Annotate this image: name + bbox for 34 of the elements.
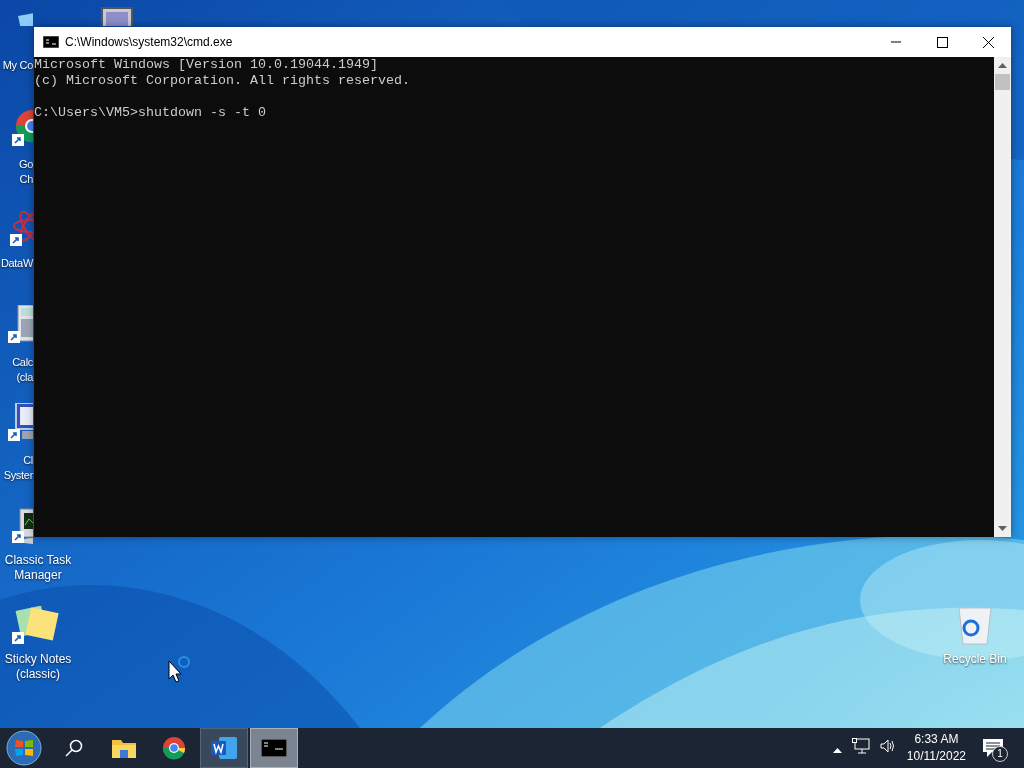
word-icon[interactable]: [211, 736, 237, 760]
chrome-icon[interactable]: [162, 736, 186, 760]
clock-time: 6:33 AM: [913, 731, 960, 748]
icon-label: Go Ch: [18, 157, 33, 187]
busy-pointer-icon: [168, 655, 192, 683]
folder-icon[interactable]: [112, 738, 136, 758]
icon-label: Calc (cla: [12, 355, 33, 385]
icon-label: Cl Syster: [3, 453, 33, 483]
notification-count: 1: [992, 746, 1008, 762]
scroll-thumb[interactable]: [995, 74, 1010, 90]
icon-label: Sticky Notes (classic): [3, 652, 73, 682]
icon-label: My Co: [2, 58, 33, 73]
monitor-icon[interactable]: [98, 6, 136, 26]
up-arrow-icon[interactable]: [998, 63, 1007, 68]
search-icon[interactable]: [65, 739, 83, 757]
console-icon[interactable]: [261, 739, 287, 757]
icon-label: Recycle Bin: [942, 652, 1008, 667]
maximize-icon[interactable]: [936, 36, 948, 48]
console-line: C:\Users\VM5>shutdown -s -t 0: [34, 105, 267, 121]
console-line: (c) Microsoft Corporation. All rights reserved.: [34, 73, 411, 89]
taskbar-button[interactable]: [200, 728, 248, 768]
console-line: Microsoft Windows [Version 10.0.19044.1949]: [34, 57, 379, 73]
windows-logo-icon[interactable]: [6, 730, 42, 766]
icon-label: DataW: [0, 256, 33, 271]
scrollbar[interactable]: [994, 57, 1011, 537]
console-icon: [43, 36, 59, 48]
taskbar-button[interactable]: [250, 728, 298, 768]
clock-date: 10/11/2022: [906, 748, 966, 765]
close-icon[interactable]: [982, 36, 994, 48]
down-arrow-icon[interactable]: [998, 526, 1007, 531]
icon-label: Classic Task Manager: [3, 553, 73, 583]
atom-icon[interactable]: [10, 208, 33, 248]
window-title: C:\Windows\system32\cmd.exe: [65, 35, 234, 49]
recycle-bin-icon[interactable]: [955, 604, 995, 646]
